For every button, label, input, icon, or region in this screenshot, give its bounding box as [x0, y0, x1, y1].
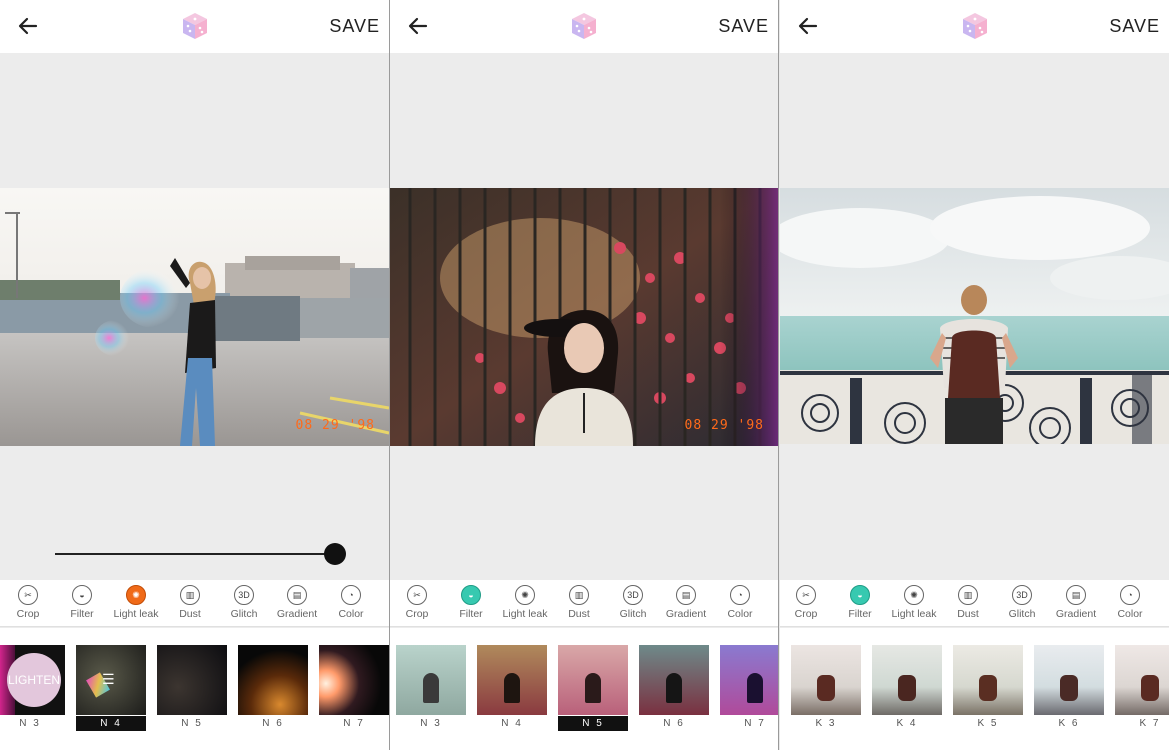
crop-icon: ✂ [796, 585, 816, 605]
light-leak-icon: ✺ [515, 585, 535, 605]
save-button[interactable]: SAVE [329, 16, 380, 37]
dice-logo-icon [572, 13, 596, 39]
save-button[interactable]: SAVE [718, 16, 769, 37]
photo-canvas [780, 53, 1169, 580]
tool-light-leak[interactable]: ✺ Light leak [884, 585, 944, 620]
tool-crop[interactable]: ✂ Crop [0, 585, 58, 620]
intensity-slider-track[interactable] [55, 553, 335, 555]
tool-glitch[interactable]: 3D Glitch [603, 585, 663, 620]
back-arrow-icon[interactable] [406, 14, 430, 38]
edited-photo: 08 29 '98 [0, 188, 389, 446]
filter-icon: ◒ [461, 585, 481, 605]
edited-photo [780, 188, 1169, 444]
filter-thumb[interactable] [953, 645, 1023, 715]
filter-thumb[interactable] [872, 645, 942, 715]
filter-thumb[interactable] [639, 645, 709, 715]
tool-glitch[interactable]: 3D Glitch [992, 585, 1052, 620]
dust-icon: ▥ [180, 585, 200, 605]
photo-canvas: 08 29 '98 [0, 53, 389, 580]
panel-divider [778, 0, 779, 750]
filter-icon: ◒ [72, 585, 92, 605]
top-bar: SAVE [0, 0, 389, 53]
back-arrow-icon[interactable] [16, 14, 40, 38]
tool-dust[interactable]: ▥ Dust [938, 585, 998, 620]
tool-color[interactable]: ◔ Color [1100, 585, 1160, 620]
filter-thumb[interactable] [1034, 645, 1104, 715]
dice-logo-icon [182, 13, 207, 39]
editor-panel-filter: SAVE 08 29 '98 ✂ Crop ◒ Filter ✺ Light l… [390, 0, 778, 750]
tool-filter[interactable]: ◒ Filter [52, 585, 112, 620]
tool-bar: ✂ Crop ◒ Filter ✺ Light leak ▥ Dust 3D Glitch… [390, 580, 778, 627]
save-button[interactable]: SAVE [1109, 16, 1160, 37]
color-icon: ◔ [1120, 585, 1140, 605]
back-arrow-icon[interactable] [796, 14, 820, 38]
flowers-fence-photo [390, 188, 778, 446]
tool-gradient[interactable]: ▤ Gradient [267, 585, 327, 620]
preset-thumb[interactable] [157, 645, 227, 715]
filter-thumb[interactable] [477, 645, 547, 715]
filter-thumb[interactable] [791, 645, 861, 715]
preset-strip: LIGHTEN N 3 ☰ N 4 N 5 N 6 N 7 [0, 628, 389, 750]
gradient-icon: ▤ [287, 585, 307, 605]
top-bar: SAVE [780, 0, 1169, 53]
tool-dust[interactable]: ▥ Dust [549, 585, 609, 620]
adjust-icon[interactable]: ☰ [102, 671, 115, 688]
tool-gradient[interactable]: ▤ Gradient [656, 585, 716, 620]
filter-thumb[interactable] [720, 645, 778, 715]
lighten-badge: LIGHTEN [7, 653, 61, 707]
tool-dust[interactable]: ▥ Dust [160, 585, 220, 620]
edited-photo: 08 29 '98 [390, 188, 778, 446]
preset-thumb[interactable]: LIGHTEN [0, 645, 65, 715]
light-leak-icon: ✺ [904, 585, 924, 605]
tool-crop[interactable]: ✂ Crop [780, 585, 836, 620]
preset-thumb-selected[interactable]: ☰ [76, 645, 146, 715]
seaside-photo [780, 188, 1169, 444]
tool-color[interactable]: ◔ Color [710, 585, 770, 620]
editor-panel-filter-k: SAVE ✂ Crop ◒ Filter ✺ Light leak ▥ Dust… [780, 0, 1169, 750]
dice-logo-icon [962, 13, 987, 39]
photo-canvas: 08 29 '98 [390, 53, 778, 580]
color-icon: ◔ [341, 585, 361, 605]
tool-bar: ✂ Crop ◒ Filter ✺ Light leak ▥ Dust 3D Glitch… [780, 580, 1169, 627]
filter-strip: N 3 N 4 N 5 N 6 N 7 [390, 628, 778, 750]
tool-color[interactable]: ◔ Color [321, 585, 381, 620]
tool-bar: ✂ Crop ◒ Filter ✺ Light leak ▥ Dust 3D Glitch… [0, 580, 389, 627]
filter-icon: ◒ [850, 585, 870, 605]
crop-icon: ✂ [18, 585, 38, 605]
tool-filter[interactable]: ◒ Filter [830, 585, 890, 620]
tool-filter[interactable]: ◒ Filter [441, 585, 501, 620]
date-stamp: 08 29 '98 [295, 418, 375, 433]
tool-light-leak[interactable]: ✺ Light leak [106, 585, 166, 620]
tool-light-leak[interactable]: ✺ Light leak [495, 585, 555, 620]
filter-thumb[interactable] [396, 645, 466, 715]
filter-strip: K 3 K 4 K 5 K 6 K 7 [780, 628, 1169, 750]
glitch-icon: 3D [234, 585, 254, 605]
tool-glitch[interactable]: 3D Glitch [214, 585, 274, 620]
gradient-icon: ▤ [1066, 585, 1086, 605]
parking-deck-photo [0, 188, 389, 446]
preset-thumb[interactable] [319, 645, 389, 715]
date-stamp: 08 29 '98 [684, 418, 764, 433]
crop-icon: ✂ [407, 585, 427, 605]
filter-thumb[interactable] [1115, 645, 1169, 715]
top-bar: SAVE [390, 0, 778, 53]
light-leak-icon: ✺ [126, 585, 146, 605]
gradient-icon: ▤ [676, 585, 696, 605]
glitch-icon: 3D [1012, 585, 1032, 605]
preset-thumb[interactable] [238, 645, 308, 715]
dust-icon: ▥ [569, 585, 589, 605]
filter-thumb-selected[interactable] [558, 645, 628, 715]
intensity-slider-knob[interactable] [324, 543, 346, 565]
glitch-icon: 3D [623, 585, 643, 605]
tool-gradient[interactable]: ▤ Gradient [1046, 585, 1106, 620]
editor-panel-light-leak: SAVE 08 29 '98 ✂ Crop ◒ Filter ✺ Light l… [0, 0, 389, 750]
color-icon: ◔ [730, 585, 750, 605]
dust-icon: ▥ [958, 585, 978, 605]
tool-crop[interactable]: ✂ Crop [390, 585, 447, 620]
